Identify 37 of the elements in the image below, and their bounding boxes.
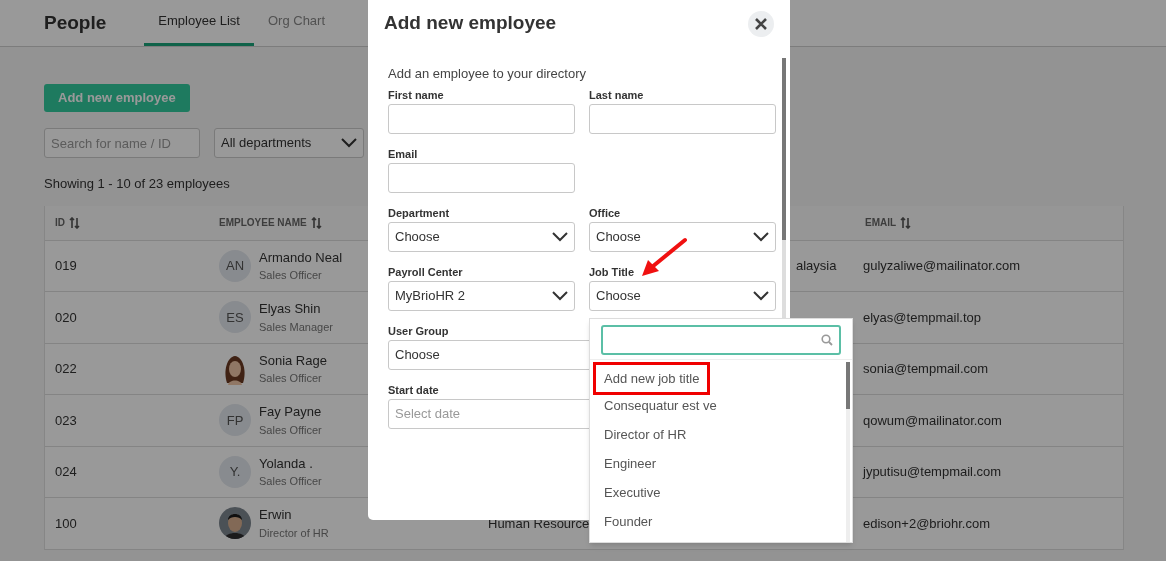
field-label: Department (388, 205, 450, 221)
table-cell-text: 019 (54, 257, 78, 275)
field-label: User Group (388, 323, 449, 339)
table-cell-text: qowum@mailinator.com (863, 411, 1002, 430)
modal-title: Add new employee (384, 11, 557, 36)
employee-role: Sales Officer (259, 422, 322, 438)
table-cell: Human Resource (488, 515, 590, 531)
field-label: Job Title (589, 264, 635, 280)
table-cell-text: gulyzaliwe@mailinator.com (863, 257, 1020, 275)
modal-subtitle: Add an employee to your directory (388, 65, 586, 83)
table-cell-text: 020 (54, 308, 78, 327)
table-cell: alaysia (796, 258, 837, 273)
table-cell-text: 023 (54, 411, 78, 430)
table-cell-text: sonia@tempmail.com (863, 360, 989, 378)
table-cell-text: jyputisu@tempmail.com (863, 463, 1002, 481)
table-cell-text: elyas@tempmail.top (863, 308, 981, 327)
table-cell-text: 100 (54, 514, 78, 533)
page-title: People (44, 10, 107, 35)
employee-role: Director of HR (259, 525, 329, 541)
field-label: Payroll Center (388, 264, 463, 280)
avatar-initials: AN (219, 249, 251, 282)
employee-role: Sales Manager (259, 319, 333, 335)
field-label: Last name (589, 87, 644, 103)
employee-role: Sales Officer (259, 371, 323, 387)
avatar-initials: Y. (219, 455, 251, 488)
field-label: Start date (388, 382, 439, 398)
avatar-initials: FP (219, 404, 251, 437)
employee-role: Sales Officer (259, 268, 323, 284)
field-label: First name (388, 87, 444, 103)
table-cell-text: 022 (54, 360, 78, 378)
table-cell-text: 024 (54, 463, 78, 481)
avatar-initials: ES (219, 301, 251, 334)
results-summary: Showing 1 - 10 of 23 employees (44, 175, 230, 193)
employee-role: Sales Officer (259, 474, 322, 490)
table-cell-text: edison+2@briohr.com (863, 514, 991, 533)
field-label: Email (388, 146, 418, 162)
field-label: Office (589, 205, 621, 221)
